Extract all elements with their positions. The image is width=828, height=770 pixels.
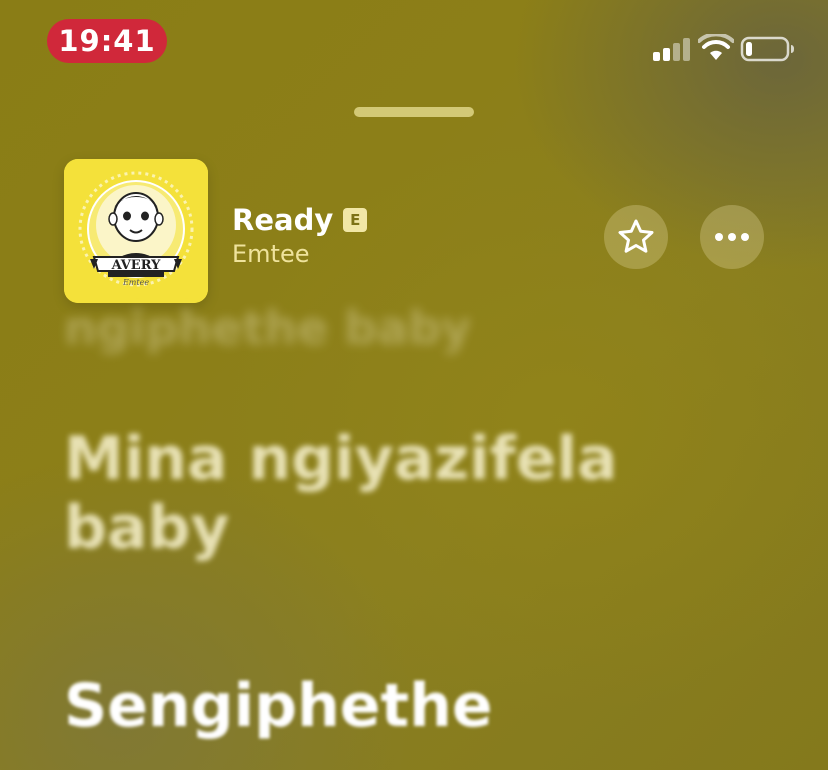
star-icon [618,219,654,253]
artwork-label: AVERY [111,258,162,273]
favorite-button[interactable] [604,205,668,269]
lyric-line-previous[interactable]: ngiphethe baby [64,302,471,355]
album-art-avery: AVERY Emtee [64,159,208,303]
explicit-badge: E [343,208,368,232]
artwork-signature: Emtee [122,278,149,287]
track-title-row: Ready E [232,203,368,237]
ellipsis-icon [715,233,749,241]
status-time: 19:41 [47,19,167,63]
cellular-signal-icon [653,38,690,61]
album-artwork: AVERY Emtee [64,159,208,303]
lyric-line[interactable]: Mina ngiyazifela baby [64,425,764,563]
artist-name[interactable]: Emtee [232,240,309,268]
more-options-button[interactable] [700,205,764,269]
lyric-line-current[interactable]: Sengiphethe [64,672,824,741]
wifi-icon [698,34,734,60]
song-title: Ready [232,203,334,237]
sheet-grabber[interactable] [354,107,474,117]
battery-low-icon [740,36,794,62]
